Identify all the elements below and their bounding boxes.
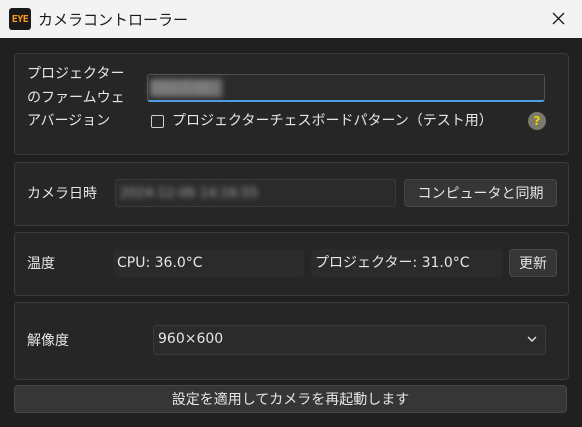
temperature-group: 温度 CPU: 36.0°C プロジェクター: 31.0°C 更新	[14, 232, 569, 296]
chessboard-pattern-checkbox[interactable]	[151, 115, 164, 128]
help-icon[interactable]: ?	[528, 112, 546, 130]
camera-time-label: カメラ日時	[27, 186, 97, 202]
firmware-group: プロジェクターのファームウェアバージョン ESO-T.40 プロジェクターチェス…	[14, 53, 569, 155]
resolution-select[interactable]: 960×600	[153, 325, 546, 355]
window-title: カメラコントローラー	[38, 11, 189, 29]
camera-time-group: カメラ日時 2024-12-06 14:16:55 コンピュータと同期	[14, 162, 569, 226]
resolution-value: 960×600	[158, 331, 224, 347]
firmware-version-value: ESO-T.40	[152, 81, 210, 96]
temperature-label: 温度	[27, 256, 55, 272]
apply-and-restart-button[interactable]: 設定を適用してカメラを再起動します	[14, 385, 567, 413]
refresh-button[interactable]: 更新	[509, 249, 557, 277]
camera-time-field[interactable]: 2024-12-06 14:16:55	[115, 179, 396, 207]
camera-time-value: 2024-12-06 14:16:55	[120, 186, 259, 201]
resolution-group: 解像度 960×600	[14, 302, 569, 380]
chessboard-pattern-label[interactable]: プロジェクターチェスボードパターン（テスト用）	[172, 110, 493, 132]
projector-temperature: プロジェクター: 31.0°C	[311, 249, 502, 277]
firmware-version-input[interactable]: ESO-T.40	[147, 74, 545, 102]
title-bar: EYE カメラコントローラー	[0, 0, 582, 38]
close-button[interactable]	[536, 0, 582, 38]
resolution-label: 解像度	[27, 333, 69, 349]
cpu-temperature: CPU: 36.0°C	[113, 249, 304, 277]
app-icon: EYE	[9, 8, 31, 30]
firmware-label: プロジェクターのファームウェアバージョン	[27, 66, 125, 129]
close-icon	[552, 12, 565, 25]
chevron-down-icon	[527, 336, 537, 342]
sync-with-computer-button[interactable]: コンピュータと同期	[404, 179, 557, 207]
